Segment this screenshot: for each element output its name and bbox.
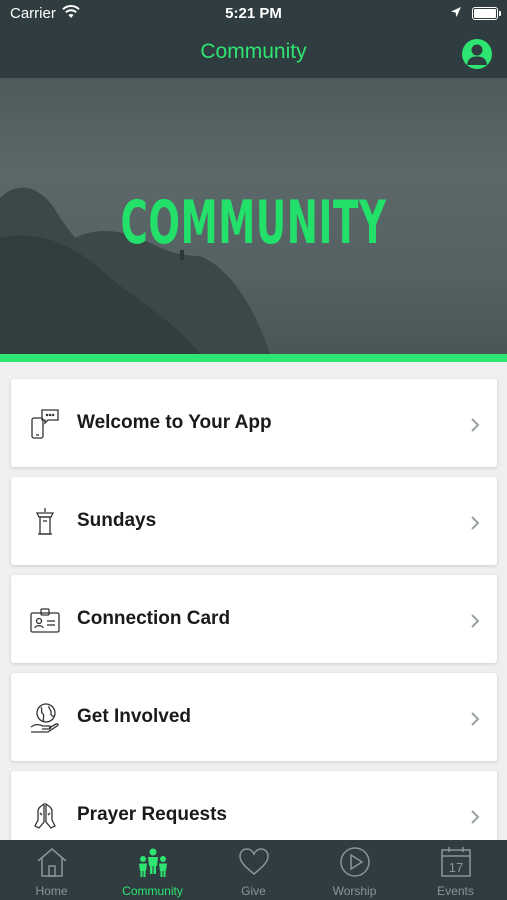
status-bar: Carrier 5:21 PM (0, 0, 507, 28)
tab-label: Worship (332, 884, 377, 898)
play-icon (340, 847, 370, 877)
menu-item-label: Connection Card (77, 608, 231, 629)
people-icon (139, 848, 167, 877)
accent-divider (0, 354, 507, 362)
hero-banner: COMMUNITY (0, 78, 507, 354)
chevron-right-icon (471, 614, 480, 628)
page-title: Community (200, 40, 307, 63)
menu-item-connection-card[interactable]: Connection Card (11, 575, 497, 663)
praying-hands-icon (34, 802, 56, 829)
globe-hand-icon (30, 703, 59, 733)
chevron-right-icon (471, 418, 480, 432)
chevron-right-icon (471, 516, 480, 530)
battery-icon (472, 7, 501, 20)
tab-label: Give (241, 884, 266, 898)
heart-icon (239, 848, 269, 875)
tab-events[interactable]: 17 Events (405, 840, 506, 900)
menu-item-label: Get Involved (77, 706, 192, 727)
tab-label: Events (437, 884, 474, 898)
id-card-icon (30, 608, 60, 633)
menu-item-get-involved[interactable]: Get Involved (11, 673, 497, 761)
calendar-icon: 17 (441, 847, 471, 877)
tab-home[interactable]: Home (1, 840, 102, 900)
menu-item-label: Prayer Requests (77, 804, 227, 825)
chevron-right-icon (471, 712, 480, 726)
pulpit-icon (35, 508, 55, 535)
tab-community[interactable]: Community (102, 840, 203, 900)
phone-chat-icon (31, 409, 59, 439)
chevron-right-icon (471, 810, 480, 824)
home-icon (37, 848, 67, 877)
hero-title: COMMUNITY (120, 188, 387, 258)
tab-label: Home (35, 884, 68, 898)
calendar-day: 17 (449, 860, 463, 875)
menu-item-sundays[interactable]: Sundays (11, 477, 497, 565)
user-icon[interactable] (462, 39, 492, 69)
tab-label: Community (122, 884, 183, 898)
tab-worship[interactable]: Worship (304, 840, 405, 900)
clock: 5:21 PM (225, 5, 282, 22)
navigation-bar: Community (0, 28, 507, 78)
tab-give[interactable]: Give (203, 840, 304, 900)
menu-item-label: Sundays (77, 510, 157, 531)
menu-item-label: Welcome to Your App (77, 412, 272, 433)
tab-bar: Home Community Give Worship 17 Events (0, 840, 507, 900)
location-arrow-icon (451, 7, 461, 17)
menu-item-welcome[interactable]: Welcome to Your App (11, 379, 497, 467)
